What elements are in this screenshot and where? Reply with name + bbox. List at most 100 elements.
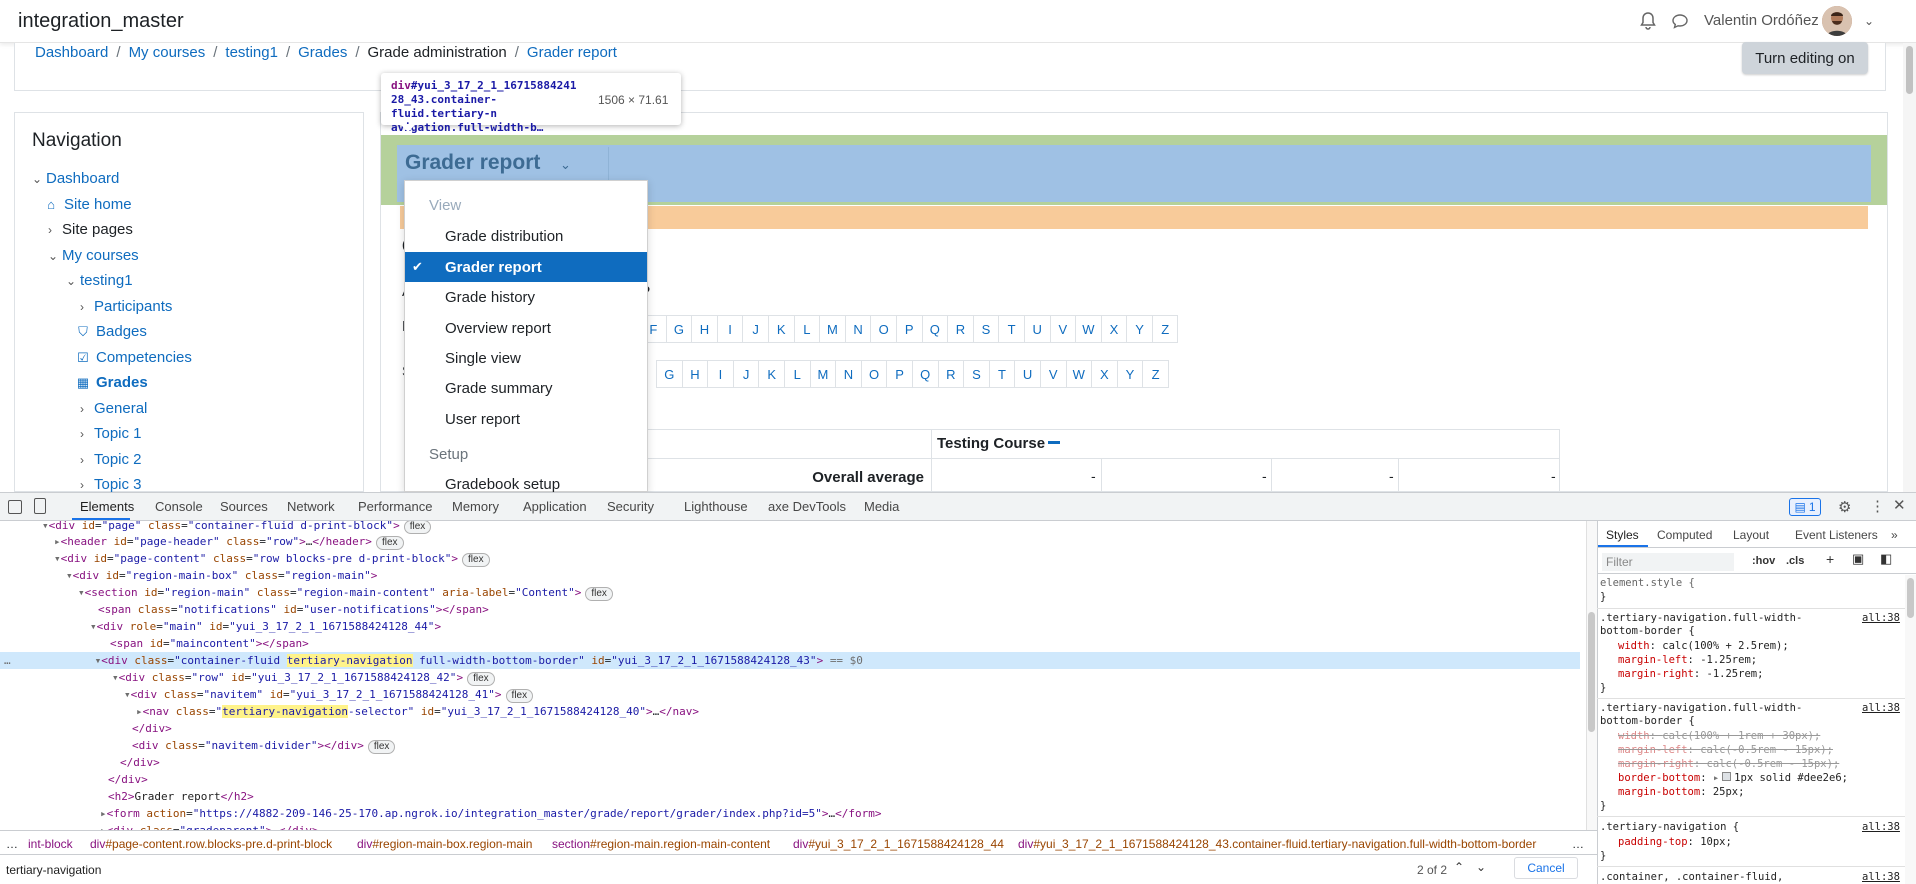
nav-item-topic-2[interactable]: › Topic 2	[80, 451, 142, 468]
rule-selector[interactable]: .tertiary-navigation {	[1600, 821, 1739, 834]
nav-item-badges[interactable]: ⛉ Badges	[76, 323, 147, 340]
flex-badge[interactable]: flex	[505, 689, 534, 703]
flex-badge[interactable]: flex	[367, 740, 396, 754]
dom-node-selected[interactable]: … ▾<div class="container-fluid tertiary-n…	[0, 652, 1580, 669]
initial-letter-link[interactable]: O	[860, 360, 888, 388]
breadcrumb-testing1[interactable]: testing1	[225, 44, 278, 61]
dom-crumb[interactable]: div#yui_3_17_2_1_1671588424128_44	[793, 837, 1004, 851]
nav-item-label[interactable]: My courses	[62, 247, 139, 264]
user-avatar[interactable]	[1822, 6, 1852, 36]
initial-letter-link[interactable]: L	[793, 315, 821, 343]
css-declaration-overridden[interactable]: margin-left: calc(-0.5rem - 15px);	[1618, 744, 1833, 757]
tab-security[interactable]: Security	[607, 499, 654, 514]
tab-media[interactable]: Media	[864, 499, 899, 514]
new-rule-plus-icon[interactable]: +	[1826, 551, 1834, 567]
dom-node[interactable]: ▾<div role="main" id="yui_3_17_2_1_16715…	[90, 618, 441, 635]
initial-letter-link[interactable]: I	[707, 360, 734, 388]
breadcrumb-my-courses[interactable]: My courses	[129, 44, 206, 61]
dom-node[interactable]: <span class="notifications" id="user-not…	[98, 601, 489, 618]
more-options-icon[interactable]: ⋮	[1870, 497, 1885, 515]
notifications-bell-icon[interactable]	[1640, 12, 1656, 30]
initial-letter-link[interactable]: Z	[1142, 360, 1169, 388]
nav-item-label[interactable]: Competencies	[96, 349, 192, 366]
initial-letter-link[interactable]: M	[809, 360, 837, 388]
dom-node[interactable]: </div>	[108, 771, 148, 788]
nav-item-participants[interactable]: › Participants	[80, 298, 172, 315]
initial-letter-link[interactable]: X	[1100, 315, 1128, 343]
nav-item-topic-1[interactable]: › Topic 1	[80, 425, 142, 442]
initial-letter-link[interactable]: G	[656, 360, 683, 388]
dom-crumb[interactable]: div#region-main-box.region-main	[357, 837, 532, 851]
initial-letter-link[interactable]: K	[758, 360, 785, 388]
dom-crumb[interactable]: div#page-content.row.blocks-pre.d-print-…	[90, 837, 332, 851]
user-menu-chevron-down-icon[interactable]: ⌄	[1864, 14, 1874, 28]
nav-item-dashboard[interactable]: ⌄ Dashboard	[32, 170, 119, 187]
initial-letter-link[interactable]: O	[870, 315, 897, 343]
tab-sources[interactable]: Sources	[220, 499, 268, 514]
initial-letter-link[interactable]: V	[1049, 315, 1077, 343]
dom-node[interactable]: ▾<div id="region-main-box" class="region…	[66, 567, 377, 584]
initial-letter-link[interactable]: H	[691, 315, 718, 343]
breadcrumb-grades[interactable]: Grades	[298, 44, 347, 61]
nav-item-label[interactable]: testing1	[80, 272, 133, 289]
turn-editing-on-button[interactable]: Turn editing on	[1742, 42, 1868, 74]
device-toolbar-icon[interactable]	[34, 498, 46, 514]
user-name[interactable]: Valentin Ordóñez	[1704, 12, 1819, 29]
issues-badge[interactable]: ▤ 1	[1789, 498, 1821, 516]
tab-axe-devtools[interactable]: axe DevTools	[768, 499, 846, 514]
inspect-element-icon[interactable]	[8, 500, 22, 514]
dom-search-input[interactable]: tertiary-navigation	[6, 863, 101, 877]
nav-item-label[interactable]: Badges	[96, 323, 147, 340]
initial-letter-link[interactable]: Q	[921, 315, 949, 343]
messages-chat-icon[interactable]	[1672, 13, 1688, 29]
dropdown-item-grade-summary[interactable]: Grade summary	[405, 373, 647, 403]
nav-item-label[interactable]: General	[94, 400, 147, 417]
initial-letter-link[interactable]: W	[1075, 315, 1102, 343]
nav-item-grades[interactable]: ▦ Grades	[76, 374, 148, 391]
search-next-chevron-down-icon[interactable]: ⌄	[1476, 860, 1486, 874]
initial-letter-link[interactable]: Y	[1116, 360, 1144, 388]
initial-letter-link[interactable]: Z	[1151, 315, 1179, 343]
search-cancel-button[interactable]: Cancel	[1514, 857, 1578, 879]
dom-crumb-selected[interactable]: div#yui_3_17_2_1_1671588424128_43.contai…	[1018, 837, 1536, 851]
hover-state-toggle[interactable]: :hov	[1752, 555, 1775, 567]
dom-node[interactable]: ▸<nav class="tertiary-navigation-selecto…	[136, 703, 699, 720]
nav-item-general[interactable]: › General	[80, 400, 147, 417]
tab-performance[interactable]: Performance	[358, 499, 432, 514]
nav-item-label[interactable]: Participants	[94, 298, 172, 315]
initial-letter-link[interactable]: S	[963, 360, 990, 388]
nav-item-label[interactable]: Topic 1	[94, 425, 142, 442]
rule-selector[interactable]: .tertiary-navigation.full-width-	[1600, 612, 1802, 625]
rule-selector[interactable]: .container, .container-fluid,	[1600, 871, 1783, 884]
nav-item-testing1[interactable]: ⌄ testing1	[66, 272, 133, 289]
paint-brush-icon[interactable]: ▣	[1852, 551, 1864, 567]
tab-computed[interactable]: Computed	[1657, 528, 1712, 542]
site-name[interactable]: integration_master	[18, 10, 184, 33]
dom-crumb-more[interactable]: …	[1572, 837, 1584, 851]
expand-arrow-icon[interactable]: ▸	[1713, 772, 1719, 784]
initial-letter-link[interactable]: U	[1014, 360, 1041, 388]
page-scrollbar-thumb[interactable]	[1906, 46, 1913, 94]
nav-item-label[interactable]: Site home	[64, 196, 132, 213]
css-declaration[interactable]: width: calc(100% + 2.5rem);	[1618, 640, 1789, 653]
dropdown-item-single-view[interactable]: Single view	[405, 343, 647, 373]
rule-source-link[interactable]: all:38	[1862, 612, 1900, 624]
more-tabs-chevron-icon[interactable]: »	[1891, 528, 1898, 542]
css-declaration[interactable]: margin-left: -1.25rem;	[1618, 654, 1757, 667]
dom-node[interactable]: </div>	[132, 720, 172, 737]
flex-badge[interactable]: flex	[467, 672, 495, 686]
css-declaration[interactable]: border-bottom: ▸ 1px solid #dee2e6;	[1618, 772, 1848, 785]
dropdown-item-grader-report[interactable]: Grader report	[405, 252, 647, 282]
nav-item-label[interactable]: Dashboard	[46, 170, 119, 187]
initial-letter-link[interactable]: J	[742, 315, 769, 343]
tab-memory[interactable]: Memory	[452, 499, 499, 514]
initial-letter-link[interactable]: I	[716, 315, 744, 343]
dom-node[interactable]: ▾<div class="navitem" id="yui_3_17_2_1_1…	[124, 686, 534, 703]
css-declaration[interactable]: margin-bottom: 25px;	[1618, 786, 1744, 799]
tab-styles[interactable]: Styles	[1606, 528, 1639, 542]
settings-gear-icon[interactable]: ⚙	[1838, 498, 1851, 516]
initial-letter-link[interactable]: H	[681, 360, 709, 388]
dom-node[interactable]: <div class="navitem-divider"></div> flex	[132, 737, 396, 754]
tab-console[interactable]: Console	[155, 499, 203, 514]
nav-item-label[interactable]: Topic 3	[94, 476, 142, 493]
